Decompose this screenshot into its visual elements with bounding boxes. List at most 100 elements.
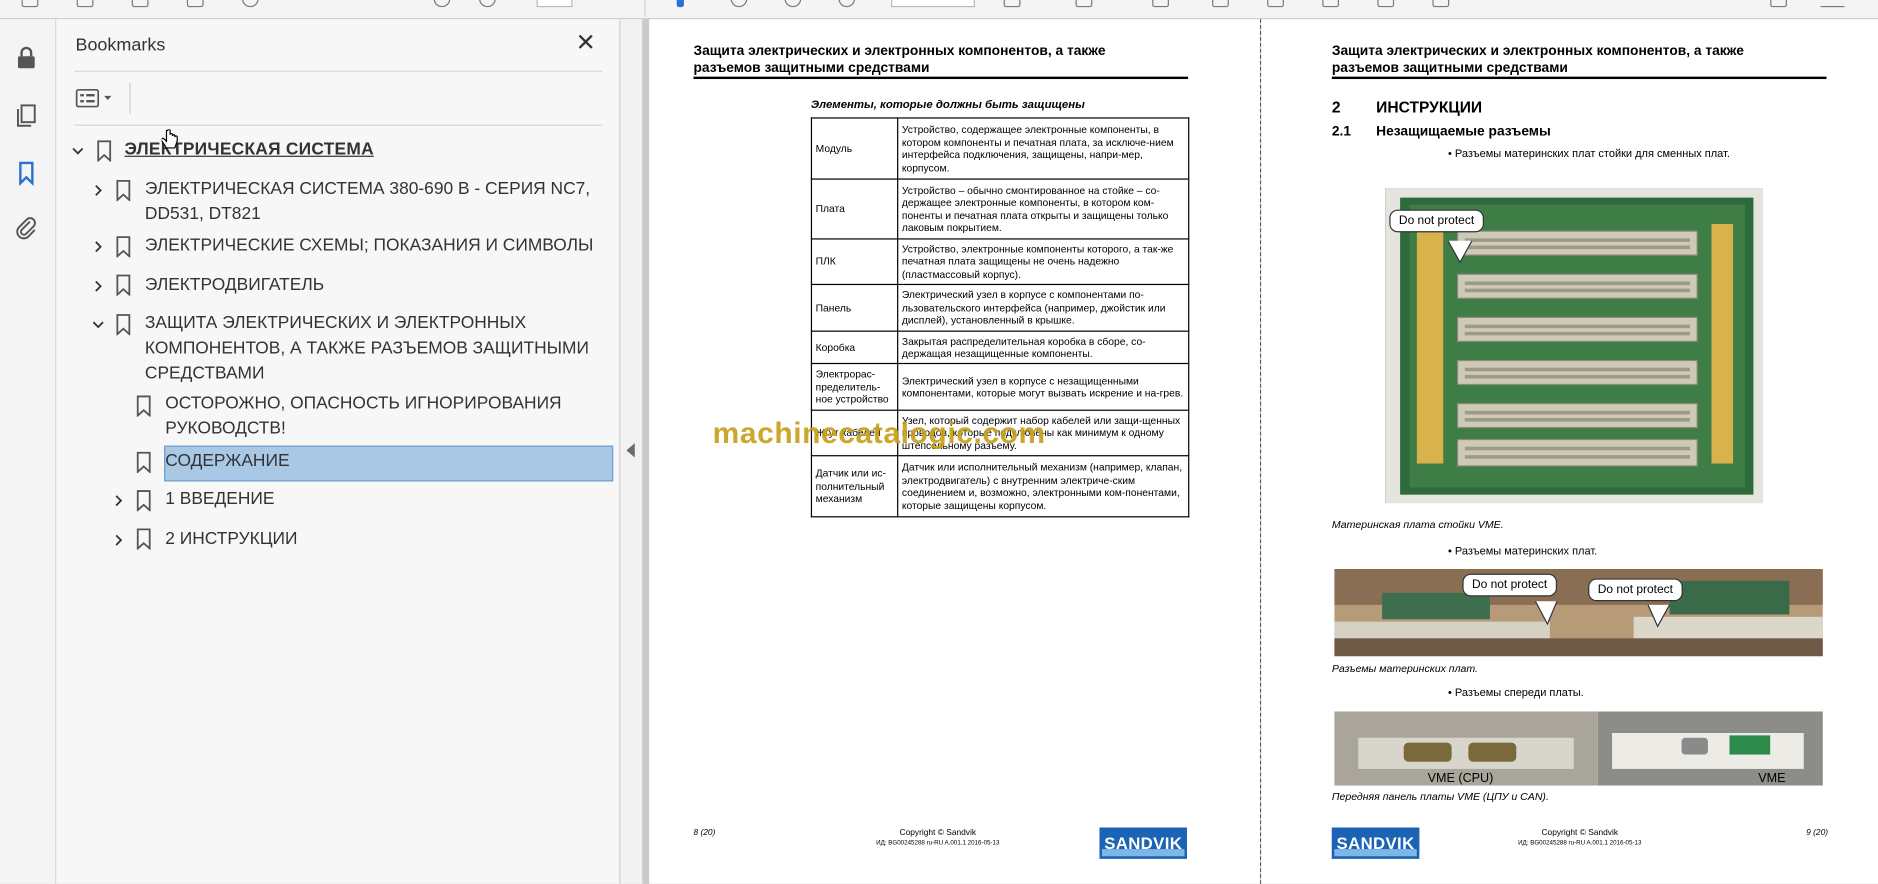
header-rule [1331,76,1827,80]
bookmark-label: ЗАЩИТА ЭЛЕКТРИЧЕСКИХ И ЭЛЕКТРОННЫХ [144,313,527,333]
section-number: 2 [1331,98,1341,117]
next-page-icon[interactable] [479,0,496,8]
table-cell-value: Устройство, содержащее электронные компо… [897,117,1190,180]
watermark: machinecatalogic.com [712,416,1046,451]
zoom-field[interactable] [891,0,975,8]
bookmark-options-button[interactable] [75,85,123,111]
bookmark-add-icon[interactable] [76,0,94,8]
page-header-line: разъемов защитными средствами [1331,61,1568,76]
do-not-protect-callout: Do not protect [1462,573,1557,597]
section-title: ИНСТРУКЦИИ [1376,98,1483,117]
pages-icon[interactable] [10,98,44,132]
attachment-icon[interactable] [10,211,44,245]
upload-icon[interactable] [131,0,149,8]
connectors-illustration [1334,568,1823,657]
options-separator [129,82,131,114]
do-not-protect-callout: Do not protect [1389,209,1484,233]
chevron-right-icon[interactable] [91,279,105,293]
do-not-protect-callout: Do not protect [1588,578,1683,602]
table-row: Электрорас-пределитель-ное устройство Эл… [810,362,1190,411]
panel-splitter[interactable] [620,19,644,884]
chevron-right-icon[interactable] [111,493,125,507]
menu-icon[interactable] [1820,0,1845,8]
stamp-icon[interactable] [1377,0,1395,8]
bookmark-item-contents[interactable]: СОДЕРЖАНИЕ [165,449,289,474]
mouse-cursor-icon [161,129,178,149]
bookmark-icon [136,490,151,512]
page-header-line: Защита электрических и электронных компо… [1331,44,1744,59]
bookmark-item-protection[interactable]: ЗАЩИТА ЭЛЕКТРИЧЕСКИХ И ЭЛЕКТРОННЫХ КОМПО… [145,311,589,386]
hand-tool-icon[interactable] [730,0,748,8]
options-list-icon [75,88,112,108]
scroll-mode-icon[interactable] [1075,0,1093,8]
fit-width-icon[interactable] [1003,0,1021,8]
bookmark-item-electrical-380-690[interactable]: ЭЛЕКТРИЧЕСКАЯ СИСТЕМА 380-690 В - СЕРИЯ … [145,177,590,227]
navigation-rail [0,19,57,884]
zoom-in-icon[interactable] [838,0,856,8]
copyright: Copyright © Sandvik [1541,828,1619,838]
table-cell-value: Электрический узел в корпусе с незащищен… [897,362,1190,411]
prev-page-icon[interactable] [433,0,451,8]
bullet-text: • Разъемы материнских плат. [1448,544,1598,557]
top-toolbar [0,0,1878,20]
table-cell-value: Устройство, электронные компоненты котор… [897,238,1190,286]
bookmark-label: ЭЛЕКТРИЧЕСКИЕ СХЕМЫ; ПОКАЗАНИЯ И СИМВОЛЫ [144,235,594,256]
collapse-panel-icon[interactable] [626,443,635,458]
zoom-out-icon[interactable] [784,0,802,8]
bookmark-icon[interactable] [10,156,44,190]
table-cell-key: Модуль [810,117,899,180]
save-icon[interactable] [21,0,39,8]
chevron-right-icon[interactable] [91,240,105,254]
page-number: 8 (20) [693,828,716,838]
chevron-right-icon[interactable] [111,533,125,547]
document-id: ИД: BG00245288 ru-RU A.001.1 2016-05-13 [1518,839,1642,847]
page-header-line: Защита электрических и электронных компо… [693,44,1106,59]
document-page-9: Защита электрических и электронных компо… [1261,19,1878,884]
table-cell-key: Панель [810,283,899,332]
bookmark-label: ОСТОРОЖНО, ОПАСНОСТЬ ИГНОРИРОВАНИЯ [165,394,562,414]
bookmark-item-caution[interactable]: ОСТОРОЖНО, ОПАСНОСТЬ ИГНОРИРОВАНИЯ РУКОВ… [165,392,561,442]
bullet-text: • Разъемы материнских плат стойки для см… [1448,147,1730,160]
bookmark-label: ЭЛЕКТРОДВИГАТЕЛЬ [144,275,325,295]
highlight-icon[interactable] [1212,0,1229,8]
close-icon[interactable]: ✕ [574,31,598,55]
share-icon[interactable] [1432,0,1450,8]
page-number-field[interactable] [536,0,573,8]
table-caption: Элементы, которые должны быть защищены [810,98,1085,112]
page-header: Защита электрических и электронных компо… [1332,43,1744,77]
table-row: Панель Электрический узел в корпусе с ко… [810,283,1190,332]
table-row: Датчик или ис-полнительный механизм Датч… [810,455,1190,518]
bookmark-icon [116,179,131,202]
account-icon[interactable] [1770,0,1787,8]
chevron-down-icon[interactable] [71,144,85,158]
bookmark-label: DD531, DT821 [144,204,261,224]
table-cell-value: Датчик или исполнительный механизм (напр… [897,455,1190,518]
bookmark-item-instructions[interactable]: 2 ИНСТРУКЦИИ [165,527,297,552]
chevron-right-icon[interactable] [91,183,105,197]
lock-icon[interactable] [10,41,44,75]
chevron-down-icon[interactable] [91,317,105,331]
bookmark-item-introduction[interactable]: 1 ВВЕДЕНИЕ [165,487,274,512]
table-row: Модуль Устройство, содержащее электронны… [810,117,1190,180]
bookmark-item-motor[interactable]: ЭЛЕКТРОДВИГАТЕЛЬ [145,273,324,298]
motherboard-connectors-photo: Do not protect Do not protect [1334,568,1823,657]
panel-divider [74,124,603,126]
subsection-title: Незащищаемые разъемы [1376,124,1551,139]
print-icon[interactable] [186,0,204,8]
front-panel-illustration [1334,711,1823,786]
draw-icon[interactable] [1267,0,1284,8]
bookmark-label: СОДЕРЖАНИЕ [165,451,290,471]
sign-icon[interactable] [1322,0,1340,8]
page-header: Защита электрических и электронных компо… [693,43,1105,77]
bookmark-label: КОМПОНЕНТОВ, А ТАКЖЕ РАЗЪЕМОВ ЗАЩИТНЫМИ [144,338,589,359]
table-cell-value: Закрытая распределительная коробка в сбо… [897,330,1190,365]
bookmark-item-schemes[interactable]: ЭЛЕКТРИЧЕСКИЕ СХЕМЫ; ПОКАЗАНИЯ И СИМВОЛЫ [145,234,593,259]
page-number: 9 (20) [1806,828,1829,838]
table-cell-value: Устройство – обычно смонтированное на ст… [897,178,1190,240]
select-tool-icon[interactable] [676,0,684,8]
comment-icon[interactable] [1152,0,1169,8]
page-header-line: разъемов защитными средствами [693,61,930,76]
search-icon[interactable] [241,0,259,8]
bookmark-icon [136,395,151,417]
figure-caption: Материнская плата стойки VME. [1331,518,1504,531]
